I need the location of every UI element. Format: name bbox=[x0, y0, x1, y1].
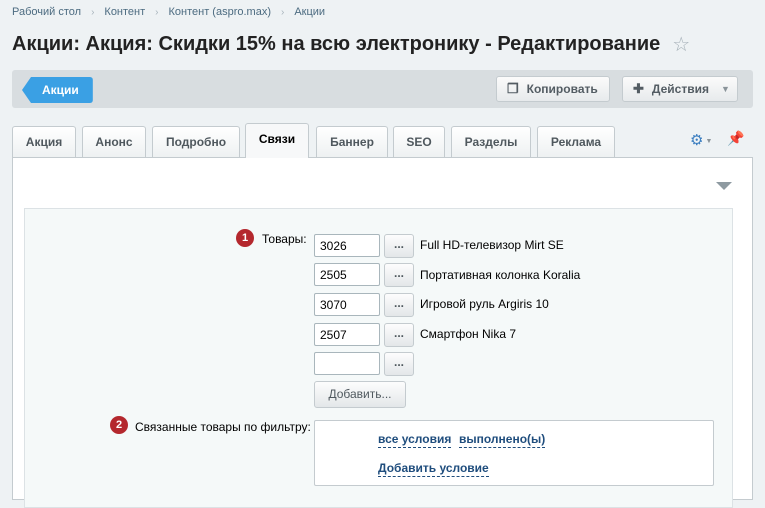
product-name-2: Портативная колонка Koralia bbox=[420, 268, 581, 282]
breadcrumb: Рабочий стол › Контент › Контент (aspro.… bbox=[12, 6, 325, 18]
copy-button-label: Копировать bbox=[526, 82, 598, 96]
tab-links[interactable]: Связи bbox=[245, 123, 309, 158]
tab-banner[interactable]: Баннер bbox=[316, 126, 388, 157]
browse-button-4[interactable]: ... bbox=[384, 323, 414, 347]
breadcrumb-item-actions[interactable]: Акции bbox=[294, 6, 325, 18]
actions-button-label: Действия bbox=[651, 82, 709, 96]
product-id-input-3[interactable] bbox=[314, 293, 380, 316]
breadcrumb-item-desktop[interactable]: Рабочий стол bbox=[12, 6, 81, 18]
field-number-badge-2: 2 bbox=[110, 416, 128, 434]
browse-button-3[interactable]: ... bbox=[384, 293, 414, 317]
breadcrumb-item-content[interactable]: Контент bbox=[104, 6, 145, 18]
browse-button-1[interactable]: ... bbox=[384, 234, 414, 258]
tab-details[interactable]: Подробно bbox=[152, 126, 240, 157]
add-condition-link[interactable]: Добавить условие bbox=[378, 461, 489, 477]
browse-button-5[interactable]: ... bbox=[384, 352, 414, 376]
tab-announce[interactable]: Анонс bbox=[82, 126, 146, 157]
actions-dropdown-button[interactable]: ✚ Действия ▼ bbox=[622, 76, 738, 102]
filter-label: Связанные товары по фильтру: bbox=[135, 420, 311, 434]
all-conditions-link[interactable]: все условия bbox=[378, 432, 452, 448]
product-name-1: Full HD-телевизор Mirt SE bbox=[420, 238, 564, 252]
page-title: Акции: Акция: Скидки 15% на всю электрон… bbox=[12, 33, 661, 55]
filter-conditions-box: все условия выполнено(ы) Добавить услови… bbox=[314, 420, 714, 486]
field-number-badge-1: 1 bbox=[236, 229, 254, 247]
tab-sections[interactable]: Разделы bbox=[451, 126, 531, 157]
tab-action[interactable]: Акция bbox=[12, 126, 76, 157]
breadcrumb-separator-icon: › bbox=[155, 6, 159, 18]
product-id-input-1[interactable] bbox=[314, 234, 380, 257]
favorite-star-icon[interactable]: ☆ bbox=[672, 32, 690, 57]
browse-button-2[interactable]: ... bbox=[384, 263, 414, 287]
product-name-3: Игровой руль Argiris 10 bbox=[420, 297, 549, 311]
breadcrumb-separator-icon: › bbox=[91, 6, 95, 18]
toolbar: Акции ❐ Копировать ✚ Действия ▼ bbox=[12, 70, 753, 108]
add-product-button[interactable]: Добавить... bbox=[314, 381, 406, 408]
product-name-4: Смартфон Nika 7 bbox=[420, 327, 517, 341]
page-title-row: Акции: Акция: Скидки 15% на всю электрон… bbox=[12, 32, 690, 57]
breadcrumb-separator-icon: › bbox=[280, 6, 285, 18]
plus-icon: ✚ bbox=[633, 81, 644, 96]
breadcrumb-item-content-aspro[interactable]: Контент (aspro.max) bbox=[169, 6, 271, 18]
pin-icon[interactable]: 📌 bbox=[727, 130, 744, 147]
tab-seo[interactable]: SEO bbox=[393, 126, 445, 157]
tab-ads[interactable]: Реклама bbox=[537, 126, 615, 157]
products-label: Товары: bbox=[262, 232, 307, 246]
chevron-down-icon: ▼ bbox=[720, 84, 730, 94]
copy-button[interactable]: ❐ Копировать bbox=[496, 76, 610, 102]
product-id-input-4[interactable] bbox=[314, 323, 380, 346]
product-id-input-2[interactable] bbox=[314, 263, 380, 286]
collapse-triangle-icon[interactable] bbox=[716, 182, 732, 190]
copy-icon: ❐ bbox=[507, 81, 519, 96]
back-button[interactable]: Акции bbox=[22, 77, 93, 103]
settings-dropdown-arrow-icon: ▼ bbox=[705, 137, 713, 145]
product-id-input-5[interactable] bbox=[314, 352, 380, 375]
fulfilled-link[interactable]: выполнено(ы) bbox=[459, 432, 546, 448]
tab-settings-gear-icon[interactable]: ⚙ ▼ bbox=[690, 131, 712, 149]
